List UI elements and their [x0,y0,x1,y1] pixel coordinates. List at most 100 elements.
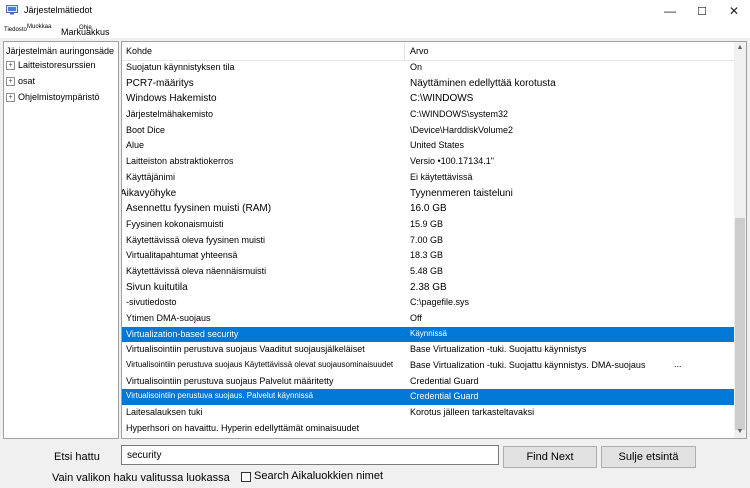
table-row[interactable]: Käyttäjänimi Ei käytettävissä [122,170,734,186]
row-item: Virtualisointiin perustuva suojaus Käyte… [126,360,394,370]
row-item: Virtualisointiin perustuva suojaus Vaadi… [126,344,365,355]
column-divider[interactable] [404,42,405,60]
tree-item-system-summary[interactable]: Järjestelmän auringonsäde [6,46,114,56]
row-value: 5.48 GB [410,265,444,276]
row-value: C:\WINDOWS [410,93,474,105]
title-bar: Järjestelmätiedot — ☐ ✕ [0,0,750,22]
main-area: Järjestelmän auringonsäde + Laitteistores… [0,38,750,442]
table-row[interactable]: Virtualisointiin perustuva suojaus Palve… [122,374,734,390]
table-row[interactable]: Virtualisointiin perustuva suojaus Käyte… [122,358,734,374]
row-item: -sivutiedosto [126,297,177,308]
row-value: 2.38 GB [410,281,447,293]
table-row[interactable]: Boot Dice \Device\HarddiskVolume2 [122,123,734,139]
maximize-icon: ☐ [697,5,707,18]
column-header-value[interactable]: Arvo [410,46,429,56]
row-value: 7.00 GB [410,234,444,245]
row-item: Käyttäjänimi [126,171,176,182]
row-item: Laitteiston abstraktiokerros [126,156,234,167]
table-row[interactable]: Käytettävissä oleva fyysinen muisti 7.00 … [122,233,734,249]
details-list[interactable]: Kohde Arvo Suojatun käynnistyksen tila On… [121,41,747,439]
scroll-down-icon[interactable]: ▼ [734,426,746,438]
table-row[interactable]: Sivun kuitutila 2.38 GB [122,280,734,296]
table-row[interactable]: PCR7-määritys Näyttäminen edellyttää koro… [122,76,734,92]
menu-file[interactable]: Tiedosto [4,27,27,33]
close-button[interactable]: ✕ [718,0,750,22]
maximize-button[interactable]: ☐ [686,0,718,22]
row-item: Asennettu fyysinen muisti (RAM) [126,203,272,215]
table-row[interactable]: Käytettävissä oleva näennäismuisti 5.48 G… [122,264,734,280]
table-row[interactable]: Laitesalauksen tuki Korotus jälleen tarka… [122,405,734,421]
row-value: Off [410,313,422,323]
row-value: 15.9 GB [410,218,444,229]
minimize-button[interactable]: — [654,0,686,22]
row-item: Ytimen DMA-suojaus [126,313,211,323]
list-header: Kohde Arvo [122,42,734,61]
close-icon: ✕ [728,4,740,18]
tree-item-label: Laitteistoresurssien [18,60,96,70]
search-category-names-checkbox[interactable] [241,472,251,482]
find-next-button[interactable]: Find Next [503,446,597,468]
row-value: United States [410,140,465,151]
column-header-item[interactable]: Kohde [126,46,152,56]
row-item: Käytettävissä oleva fyysinen muisti [126,234,266,245]
expand-icon[interactable]: + [6,61,15,71]
find-bar: Etsi hattu security Find Next Sulje etsi… [0,442,750,488]
close-find-button[interactable]: Sulje etsintä [601,446,696,468]
row-value: Tyynenmeren taisteluni [410,187,513,199]
row-value: Versio •100.17134.1" [410,156,494,167]
category-tree[interactable]: Järjestelmän auringonsäde + Laitteistores… [3,41,119,439]
row-item: Boot Dice [126,124,166,135]
tree-item-label: osat [18,76,36,86]
table-row[interactable]: -sivutiedosto C:\pagefile.sys [122,295,734,311]
row-item: Suojatun käynnistyksen tila [126,62,235,72]
window-title: Järjestelmätiedot [24,5,93,15]
table-row[interactable]: Alue United States [122,138,734,154]
table-row[interactable]: Windows Hakemisto C:\WINDOWS [122,91,734,107]
tree-item-label: Järjestelmän auringonsäde [6,46,115,56]
scrollbar-thumb[interactable] [735,218,745,430]
table-row[interactable]: Hyperhsori on havaittu. Hyperin edellytt… [122,421,734,437]
row-value: Credential Guard [410,375,479,386]
menu-edit[interactable]: Muokkaa [27,24,51,30]
expand-icon[interactable]: + [6,93,15,103]
row-item: Virtualisointiin perustuva suojaus Palve… [126,375,334,386]
expand-icon[interactable]: + [6,77,15,87]
table-row[interactable]: Järjestelmähakemisto C:\WINDOWS\system32 [122,107,734,123]
table-row[interactable]: Asennettu fyysinen muisti (RAM) 16.0 GB [122,201,734,217]
row-item: Fyysinen kokonaismuisti [126,218,224,229]
row-value: Base Virtualization -tuki. Suojattu käyn… [410,344,587,355]
tree-item-hardware-resources[interactable]: + Laitteistoresurssien [6,60,96,71]
tree-item-label: Ohjelmistoympäristö [18,92,100,102]
table-row-selected[interactable]: Virtualisointiin perustuva suojaus. Palv… [122,389,734,406]
table-row[interactable]: Virtualisointiin perustuva suojaus Vaadi… [122,342,734,358]
search-category-names-label[interactable]: Search Aikaluokkien nimet [254,470,383,482]
minimize-icon: — [664,4,676,18]
row-item: Alue [126,140,145,151]
find-input[interactable]: security [121,445,499,465]
scroll-up-icon[interactable]: ▲ [734,42,746,54]
row-value: Korotus jälleen tarkasteltavaksi [410,407,535,418]
tree-item-software-environment[interactable]: + Ohjelmistoympäristö [6,92,100,103]
row-value: 18.3 GB [410,250,444,261]
table-row[interactable]: Suojatun käynnistyksen tila On [122,60,734,76]
search-selected-only-label[interactable]: Vain valikon haku valitussa luokassa [52,472,230,484]
row-item: Virtualization-based security [126,328,239,339]
row-value: Credential Guard [410,391,479,402]
menu-help[interactable]: Ohje [79,25,92,31]
row-item: Järjestelmähakemisto [126,109,214,120]
row-value: Ei käytettävissä [410,171,473,182]
table-row-selected[interactable]: Virtualization-based security Käynnissä [122,326,734,343]
row-value: On [410,62,423,72]
tree-item-components[interactable]: + osat [6,76,36,87]
vertical-scrollbar[interactable]: ▲ ▼ [734,42,746,438]
table-row[interactable]: Laitteiston abstraktiokerros Versio •100.… [122,154,734,170]
row-value: \Device\HarddiskVolume2 [410,124,514,135]
table-row[interactable]: Ytimen DMA-suojaus Off [122,311,734,327]
row-value: C:\pagefile.sys [410,297,470,308]
table-row[interactable]: Aikavyöhyke Tyynenmeren taisteluni [122,186,734,202]
table-row[interactable]: Virtualitapahtumat yhteensä 18.3 GB [122,248,734,264]
row-item: Windows Hakemisto [126,93,217,105]
table-row[interactable]: Fyysinen kokonaismuisti 15.9 GB [122,217,734,233]
row-item: Laitesalauksen tuki [126,407,203,418]
row-value: Näyttäminen edellyttää korotusta [410,77,556,89]
